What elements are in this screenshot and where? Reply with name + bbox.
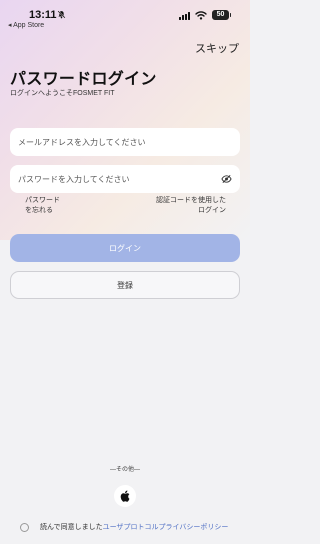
login-button[interactable]: ログイン: [10, 234, 240, 262]
password-field[interactable]: [10, 165, 200, 193]
signal-icon: [179, 12, 190, 20]
page-subtitle: ログインへようこそFOSMET FIT: [10, 90, 115, 97]
bell-slash-icon: [57, 10, 66, 19]
other-login-divider: —その他—: [109, 467, 140, 473]
status-time: 13:11: [29, 9, 57, 21]
register-button[interactable]: 登録: [10, 271, 240, 299]
status-bar: 13:11 ◂ App Store 50: [0, 0, 250, 30]
agreement-prefix: 読んで同意しました: [40, 524, 103, 531]
agree-radio[interactable]: [20, 522, 29, 532]
skip-button[interactable]: スキップ: [195, 40, 239, 56]
apple-login-button[interactable]: [114, 485, 136, 507]
battery-icon: 50: [212, 10, 231, 20]
email-field-container: [10, 128, 240, 156]
user-protocol-link[interactable]: ユーザプロトコル: [103, 522, 159, 532]
wifi-icon: [195, 11, 207, 20]
apple-icon: [120, 490, 130, 502]
back-to-app-store-link[interactable]: ◂ App Store: [8, 21, 44, 29]
email-field[interactable]: [10, 128, 200, 156]
page-title: パスワードログイン: [10, 71, 157, 88]
forgot-password-link[interactable]: パスワードを忘れる: [25, 196, 65, 216]
eye-off-icon[interactable]: [221, 174, 232, 184]
verification-code-login-link[interactable]: 認証コードを使用したログイン: [150, 196, 226, 216]
privacy-policy-link[interactable]: プライバシーポリシー: [159, 522, 229, 532]
agreement-row: 読んで同意しました ユーザプロトコル プライバシーポリシー: [20, 522, 228, 532]
password-field-container: [10, 165, 240, 193]
